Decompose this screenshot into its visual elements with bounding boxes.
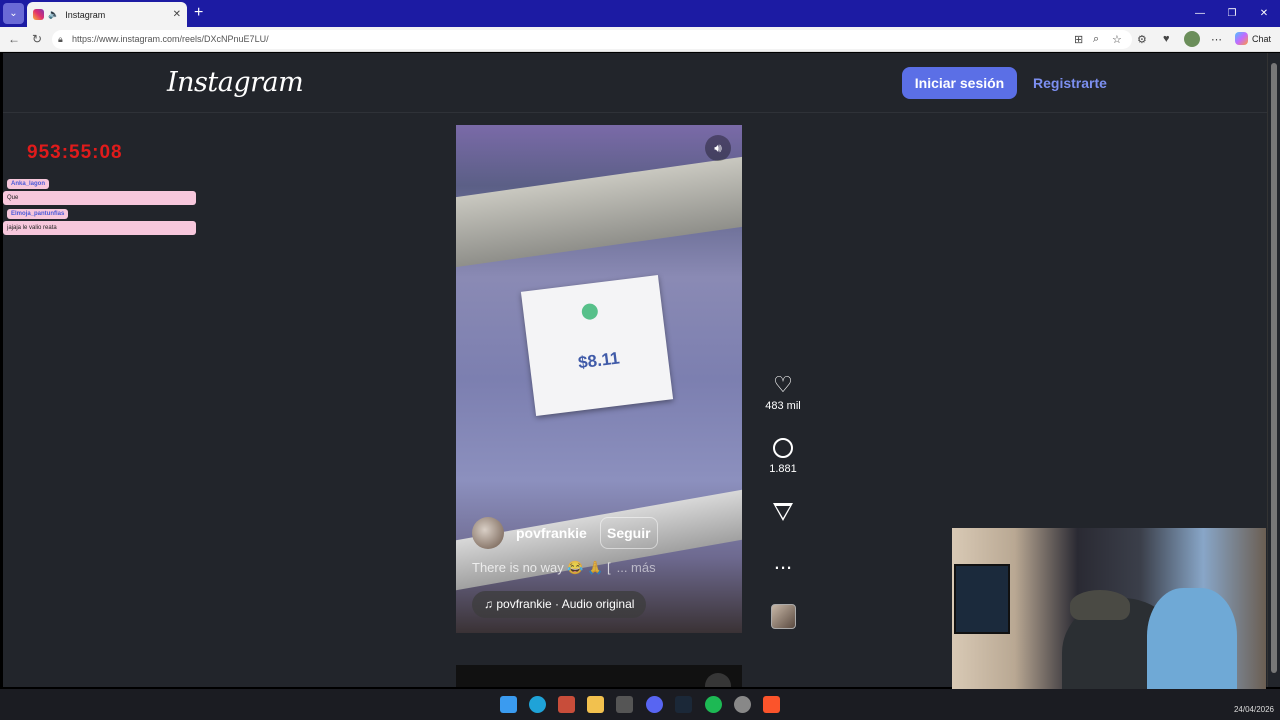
address-bar[interactable]: 🔒︎ https://www.instagram.com/reels/DXcNP…: [52, 30, 1132, 49]
reel-video[interactable]: $8.11 🔊︎ povfrankie Seguir There is no w…: [456, 125, 742, 633]
video-price-tag: $8.11: [520, 275, 674, 416]
heart-icon[interactable]: ♡: [755, 372, 811, 398]
file-explorer-icon[interactable]: [587, 696, 604, 713]
spotify-icon[interactable]: [705, 696, 722, 713]
brave-icon[interactable]: [763, 696, 780, 713]
chat-username: Anka_lagon: [7, 179, 50, 189]
follow-button[interactable]: Seguir: [600, 517, 658, 549]
chat-label: Chat: [1252, 33, 1272, 44]
settings-more-icon[interactable]: ⋯: [1211, 33, 1222, 46]
speaker-icon[interactable]: 🔈: [48, 9, 59, 20]
caption-more-link[interactable]: ... más: [617, 560, 656, 575]
chat-username: Elmoja_pantunflas: [7, 209, 69, 219]
app-icon[interactable]: [558, 696, 575, 713]
copilot-icon: [1235, 32, 1248, 45]
app-icon[interactable]: [734, 696, 751, 713]
edge-icon[interactable]: [529, 696, 546, 713]
reel-caption[interactable]: There is no way 😂 🙏 [ ... más: [472, 560, 656, 576]
site-info-icon[interactable]: 🔒︎: [58, 30, 63, 49]
browser-toolbar: ← ↻ 🔒︎ https://www.instagram.com/reels/D…: [0, 27, 1280, 52]
scrollbar[interactable]: [1267, 53, 1280, 687]
check-icon: [580, 302, 599, 321]
tab-close-icon[interactable]: ✕: [173, 9, 181, 20]
signup-link[interactable]: Registrarte: [1033, 75, 1107, 91]
share-icon[interactable]: [773, 503, 793, 521]
refresh-icon[interactable]: ↻: [32, 32, 42, 46]
url-text: https://www.instagram.com/reels/DXcNPnuE…: [72, 34, 269, 44]
video-frame-shelf: [456, 156, 742, 268]
window-controls: — ❐ ✕: [1184, 0, 1280, 27]
caption-text: There is no way 😂 🙏 [: [472, 560, 611, 575]
comment-icon[interactable]: [773, 438, 793, 458]
restore-icon[interactable]: ❐: [1216, 0, 1248, 27]
webcam-overlay: [952, 528, 1266, 705]
browser-tab-instagram[interactable]: 🔈 Instagram ✕: [27, 2, 187, 27]
comment-count: 1.881: [769, 463, 797, 475]
chat-text: jajaja le valio reata: [3, 221, 196, 235]
browser-essentials-icon[interactable]: ♥: [1163, 33, 1170, 45]
webcam-cap: [1070, 590, 1130, 620]
scrollbar-thumb[interactable]: [1271, 63, 1277, 673]
steam-icon[interactable]: [675, 696, 692, 713]
volume-icon[interactable]: [705, 673, 731, 687]
comment-action[interactable]: 1.881: [755, 435, 811, 475]
zoom-icon[interactable]: ⌕: [1093, 33, 1099, 46]
close-window-icon[interactable]: ✕: [1248, 0, 1280, 27]
audio-label: povfrankie · Audio original: [496, 597, 635, 611]
instagram-header: Instagram Iniciar sesión Registrarte: [3, 53, 1267, 113]
price-text: $8.11: [577, 348, 621, 373]
webcam-monitor: [954, 564, 1010, 634]
discord-icon[interactable]: [646, 696, 663, 713]
author-name[interactable]: povfrankie: [516, 525, 587, 541]
browser-titlebar: ⌄ 🔈 Instagram ✕ + — ❐ ✕: [0, 0, 1280, 27]
instagram-favicon-icon: [33, 9, 44, 20]
chat-message: Elmoja_pantunflas jajaja le valio reata: [3, 202, 196, 235]
audio-link[interactable]: ♫ povfrankie · Audio original: [472, 591, 647, 618]
instagram-logo[interactable]: Instagram: [167, 67, 304, 98]
share-action[interactable]: [755, 499, 811, 525]
profile-avatar[interactable]: [1184, 31, 1200, 47]
more-options[interactable]: ...: [755, 549, 811, 575]
more-options-icon[interactable]: ...: [755, 549, 811, 575]
new-tab-button[interactable]: +: [194, 4, 203, 22]
tab-actions-menu-button[interactable]: ⌄: [3, 3, 24, 24]
login-button[interactable]: Iniciar sesión: [902, 67, 1017, 99]
author-avatar[interactable]: [472, 517, 504, 549]
tab-title: Instagram: [65, 9, 106, 20]
extensions-icon[interactable]: ⚙: [1137, 33, 1147, 46]
favorite-star-icon[interactable]: ☆: [1112, 33, 1122, 46]
start-icon[interactable]: [500, 696, 517, 713]
app-available-icon[interactable]: ⊞: [1074, 33, 1083, 46]
chat-message: Anka_lagon Que: [3, 172, 196, 205]
back-icon[interactable]: ←: [8, 32, 20, 46]
webcam-hood: [1147, 588, 1237, 705]
next-reel-video[interactable]: [456, 665, 742, 687]
audio-thumbnail[interactable]: [771, 604, 796, 629]
obs-icon[interactable]: [616, 696, 633, 713]
copilot-chat-button[interactable]: Chat: [1235, 32, 1271, 45]
windows-taskbar: 24/04/2026: [0, 689, 1280, 720]
stream-timer: 953:55:08: [27, 142, 123, 163]
music-note-icon: ♫: [484, 597, 497, 611]
like-count: 483 mil: [765, 400, 801, 412]
minimize-icon[interactable]: —: [1184, 0, 1216, 27]
clock-date[interactable]: 24/04/2026: [1234, 705, 1274, 714]
like-action[interactable]: ♡ 483 mil: [755, 372, 811, 412]
volume-icon[interactable]: 🔊︎: [705, 135, 731, 161]
